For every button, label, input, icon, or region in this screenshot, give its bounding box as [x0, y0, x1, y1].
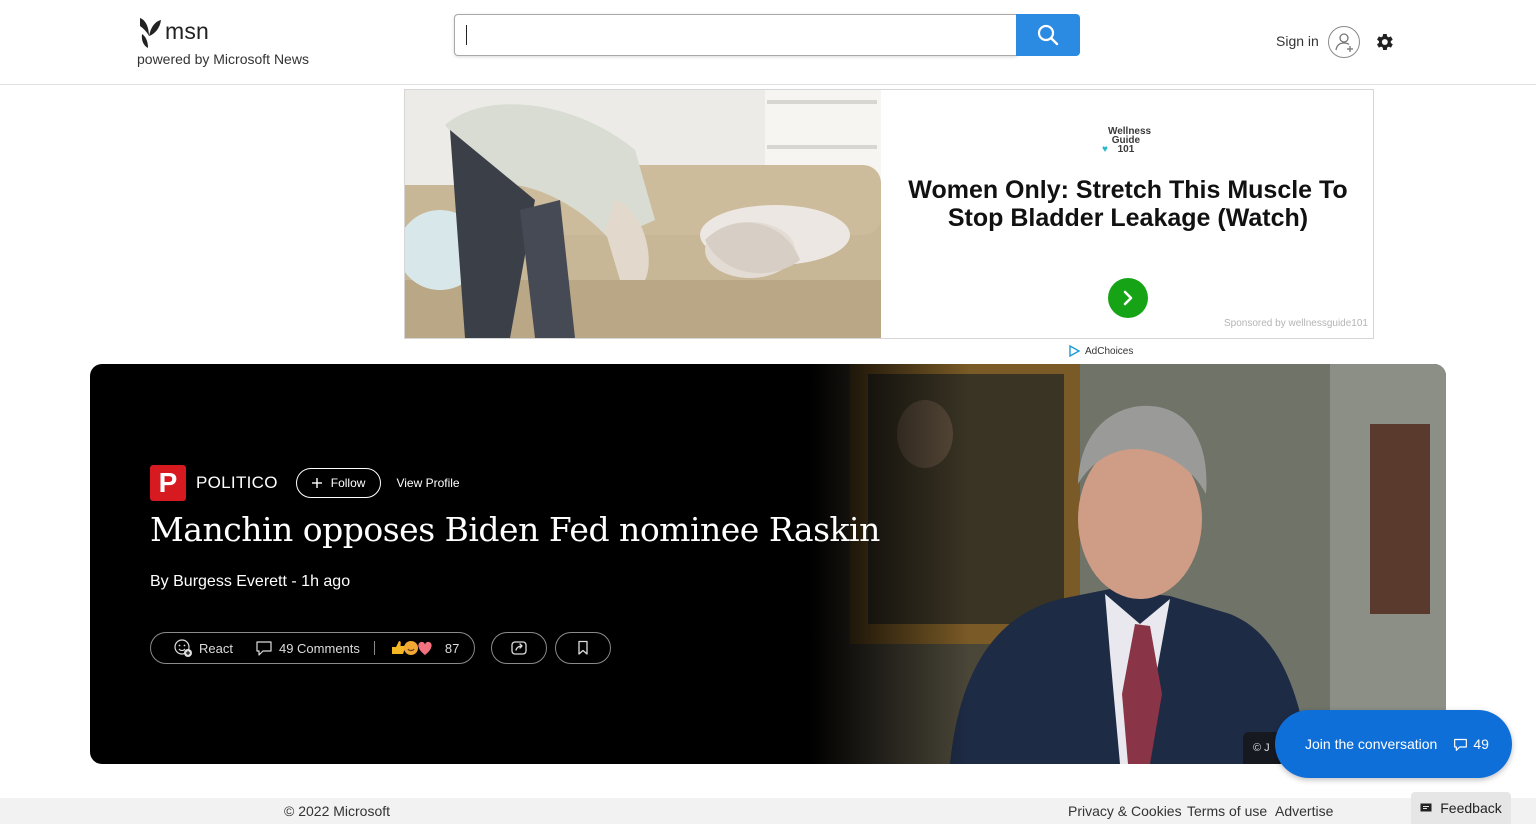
article-headline[interactable]: Manchin opposes Biden Fed nominee Raskin: [150, 510, 880, 549]
ad-headline[interactable]: Women Only: Stretch This Muscle To Stop …: [891, 176, 1365, 232]
react-label: React: [199, 640, 233, 656]
follow-label: Follow: [330, 476, 366, 490]
search-icon: [1037, 24, 1059, 46]
join-conversation-button[interactable]: Join the conversation 49: [1275, 710, 1512, 778]
comments-label: 49 Comments: [278, 640, 360, 656]
politico-logo[interactable]: P: [150, 465, 186, 501]
ad-brand-logo: ♥Wellness Guide 101: [1102, 126, 1152, 155]
chevron-right-icon: [1123, 290, 1133, 306]
sign-in-link[interactable]: Sign in: [1276, 33, 1319, 49]
article-photo[interactable]: [810, 364, 1446, 764]
save-bookmark-button[interactable]: [555, 632, 611, 664]
ad-image[interactable]: [405, 90, 881, 338]
account-avatar-button[interactable]: [1328, 26, 1360, 58]
terms-of-use-link[interactable]: Terms of use: [1187, 803, 1267, 819]
search-box[interactable]: [454, 14, 1017, 56]
ad-go-button[interactable]: [1108, 278, 1148, 318]
advertise-link[interactable]: Advertise: [1275, 803, 1333, 819]
bookmark-icon: [578, 640, 588, 655]
search-input[interactable]: [465, 17, 1009, 55]
logo-text: msn: [165, 18, 210, 44]
react-emoji-icon: [174, 639, 192, 657]
adchoices-link[interactable]: AdChoices: [1068, 345, 1133, 357]
sponsored-ad[interactable]: ♥Wellness Guide 101 Women Only: Stretch …: [404, 89, 1374, 339]
join-conversation-label: Join the conversation: [1305, 736, 1438, 752]
conversation-count-value: 49: [1473, 736, 1489, 752]
comment-icon: [1454, 738, 1468, 751]
reaction-emojis-icon: [391, 641, 432, 655]
follow-button[interactable]: Follow: [295, 468, 382, 498]
feedback-label: Feedback: [1440, 800, 1502, 816]
feedback-button[interactable]: Feedback: [1411, 792, 1511, 824]
reactions-count: 87: [444, 640, 460, 656]
powered-by-text: powered by Microsoft News: [137, 51, 309, 67]
feedback-icon: [1420, 803, 1432, 812]
msn-butterfly-icon: [140, 18, 161, 48]
privacy-cookies-link[interactable]: Privacy & Cookies: [1068, 803, 1182, 819]
page-footer: © 2022 Microsoft Privacy & Cookies Terms…: [0, 798, 1536, 824]
photo-credit: © J: [1243, 732, 1280, 764]
share-button[interactable]: [491, 632, 547, 664]
text-caret: [466, 25, 467, 45]
engagement-bar: React 49 Comments 87: [150, 632, 475, 664]
article-byline: By Burgess Everett - 1h ago: [150, 573, 351, 590]
provider-name[interactable]: POLITICO: [196, 473, 278, 493]
copyright-text: © 2022 Microsoft: [284, 803, 391, 819]
ad-photo-illustration: [405, 90, 881, 338]
share-icon: [511, 641, 527, 655]
divider: [373, 641, 375, 655]
provider-row: P POLITICO Follow View Profile: [150, 465, 460, 501]
search-button[interactable]: [1016, 14, 1080, 56]
adchoices-icon: [1069, 345, 1080, 357]
user-add-icon: [1335, 33, 1353, 52]
comments-button[interactable]: 49 Comments: [255, 639, 360, 657]
top-header: msn powered by Microsoft News Sign in: [0, 0, 1536, 85]
hero-article[interactable]: P POLITICO Follow View Profile Manchin o…: [90, 364, 1446, 764]
view-profile-link[interactable]: View Profile: [396, 476, 459, 490]
conversation-count: 49: [1453, 736, 1489, 752]
reactions-summary[interactable]: 87: [389, 639, 459, 657]
comment-icon: [256, 641, 272, 656]
adchoices-label: AdChoices: [1085, 345, 1134, 357]
ad-sponsor-text: Sponsored by wellnessguide101: [1224, 318, 1368, 329]
react-button[interactable]: React: [173, 638, 233, 658]
plus-icon: [311, 478, 322, 488]
settings-gear-icon[interactable]: [1373, 31, 1395, 53]
